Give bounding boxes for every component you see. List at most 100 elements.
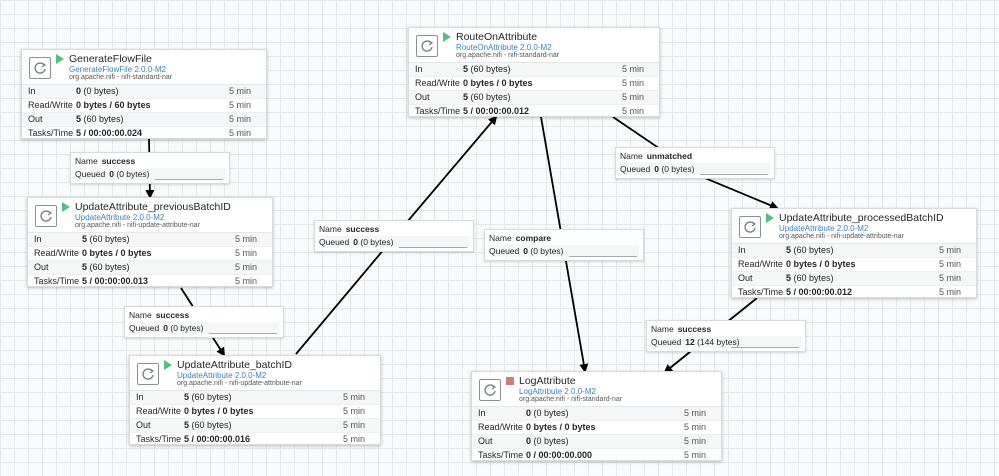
stat-label: In	[478, 408, 486, 418]
stat-value: 5 (60 bytes)	[184, 420, 232, 430]
stat-time: 5 min	[228, 86, 251, 96]
stat-time: 5 min	[683, 422, 706, 432]
stat-time: 5 min	[234, 276, 257, 286]
connection-label-gen-prev[interactable]: Name success Queued 0 (0 bytes)	[70, 152, 230, 184]
stat-time: 5 min	[621, 92, 644, 102]
connection-label-processed-log[interactable]: Name success Queued 12 (144 bytes)	[646, 320, 806, 352]
processor-bundle: org.apache.nifi - nifi-update-attribute-…	[177, 380, 302, 387]
connection-label-route-log[interactable]: Name compare Queued 0 (0 bytes)	[484, 229, 644, 261]
stat-value: 0 bytes / 0 bytes	[526, 422, 596, 432]
queued-count: 0	[163, 323, 168, 333]
stat-time: 5 min	[228, 114, 251, 124]
processor-icon	[137, 363, 159, 385]
stat-value: 0 (0 bytes)	[526, 408, 569, 418]
stat-label: Out	[28, 114, 43, 124]
stat-value: 0 bytes / 0 bytes	[82, 248, 152, 258]
stat-value: 0 (0 bytes)	[76, 86, 119, 96]
processor-version[interactable]: RouteOnAttribute 2.0.0-M2	[456, 43, 552, 52]
processor-version[interactable]: UpdateAttribute 2.0.0-M2	[779, 224, 868, 233]
stat-row-out: Out 5 (60 bytes) 5 min	[732, 272, 976, 286]
queued-count: 0	[353, 237, 358, 247]
stat-time: 5 min	[234, 262, 257, 272]
connection-name-row: Name success	[319, 224, 380, 234]
connection-label-route-processed[interactable]: Name unmatched Queued 0 (0 bytes)	[615, 147, 775, 179]
stat-label: In	[28, 86, 36, 96]
stat-value: 0 (0 bytes)	[526, 436, 569, 446]
processor-version[interactable]: LogAttribute 2.0.0-M2	[519, 387, 596, 396]
stat-row-readwrite: Read/Write 0 bytes / 0 bytes 5 min	[732, 258, 976, 272]
stat-time: 5 min	[683, 436, 706, 446]
stat-value: 5 / 00:00:00.024	[76, 128, 143, 138]
stat-label: Tasks/Time	[28, 128, 74, 138]
processor-version[interactable]: UpdateAttribute 2.0.0-M2	[177, 371, 266, 380]
stat-row-in: In 5 (60 bytes) 5 min	[28, 233, 272, 247]
stat-row-out: Out 0 (0 bytes) 5 min	[472, 435, 721, 449]
stat-row-in: In 0 (0 bytes) 5 min	[22, 85, 266, 99]
queued-bytes: (0 bytes)	[530, 246, 564, 256]
processor-header: RouteOnAttribute RouteOnAttribute 2.0.0-…	[409, 28, 659, 63]
processor-icon	[35, 205, 57, 227]
processor-header: LogAttribute LogAttribute 2.0.0-M2 org.a…	[472, 372, 721, 407]
stat-time: 5 min	[228, 100, 251, 110]
processor-updateattribute-previousbatchid[interactable]: UpdateAttribute_previousBatchID UpdateAt…	[27, 197, 273, 287]
stat-label: Read/Write	[136, 406, 181, 416]
stat-row-tasks: Tasks/Time 5 / 00:00:00.013 5 min	[28, 275, 272, 288]
stat-label: Out	[136, 420, 151, 430]
run-status-icon	[164, 360, 172, 370]
connection-name: success	[155, 310, 190, 320]
processor-icon	[739, 216, 761, 238]
processor-bundle: org.apache.nifi - nifi-update-attribute-…	[75, 222, 200, 229]
stat-row-readwrite: Read/Write 0 bytes / 0 bytes 5 min	[472, 421, 721, 435]
processor-logattribute[interactable]: LogAttribute LogAttribute 2.0.0-M2 org.a…	[471, 371, 722, 461]
stat-value: 0 bytes / 0 bytes	[463, 78, 533, 88]
flow-canvas[interactable]: GenerateFlowFile GenerateFlowFile 2.0.0-…	[0, 0, 999, 476]
stat-value: 5 / 00:00:00.016	[184, 434, 251, 444]
processor-updateattribute-processedbatchid[interactable]: UpdateAttribute_processedBatchID UpdateA…	[731, 208, 977, 298]
stat-time: 5 min	[228, 128, 251, 138]
queued-count: 0	[523, 246, 528, 256]
connection-name: unmatched	[646, 151, 693, 161]
stop-status-icon	[506, 377, 514, 385]
processor-version[interactable]: UpdateAttribute 2.0.0-M2	[75, 213, 164, 222]
processor-bundle: org.apache.nifi - nifi-update-attribute-…	[779, 233, 904, 240]
stat-label: Read/Write	[738, 259, 783, 269]
stat-value: 5 (60 bytes)	[463, 64, 511, 74]
processor-header: UpdateAttribute_processedBatchID UpdateA…	[732, 209, 976, 244]
connection-label-batch-route[interactable]: Name success Queued 0 (0 bytes)	[314, 220, 474, 252]
stat-row-readwrite: Read/Write 0 bytes / 0 bytes 5 min	[28, 247, 272, 261]
queue-progress-bar	[155, 179, 223, 180]
queue-progress-bar	[731, 347, 799, 348]
stat-label: Out	[478, 436, 493, 446]
connection-label-prev-batch[interactable]: Name success Queued 0 (0 bytes)	[124, 306, 284, 338]
run-status-icon	[443, 32, 451, 42]
processor-generateflowfile[interactable]: GenerateFlowFile GenerateFlowFile 2.0.0-…	[21, 49, 267, 139]
stat-time: 5 min	[621, 64, 644, 74]
stat-row-readwrite: Read/Write 0 bytes / 60 bytes 5 min	[22, 99, 266, 113]
stat-row-out: Out 5 (60 bytes) 5 min	[409, 91, 659, 105]
processor-icon	[479, 379, 501, 401]
processor-icon	[29, 57, 51, 79]
processor-bundle: org.apache.nifi - nifi-standard-nar	[456, 52, 560, 59]
processor-header: GenerateFlowFile GenerateFlowFile 2.0.0-…	[22, 50, 266, 85]
stat-value: 0 bytes / 0 bytes	[184, 406, 254, 416]
stat-time: 5 min	[621, 78, 644, 88]
processor-name: LogAttribute	[519, 375, 576, 387]
processor-version[interactable]: GenerateFlowFile 2.0.0-M2	[69, 65, 166, 74]
queued-bytes: (0 bytes)	[360, 237, 394, 247]
stat-time: 5 min	[683, 450, 706, 460]
stat-value: 5 (60 bytes)	[76, 114, 124, 124]
stat-time: 5 min	[342, 392, 365, 402]
stat-label: In	[738, 245, 746, 255]
stat-row-in: In 5 (60 bytes) 5 min	[409, 63, 659, 77]
processor-name: RouteOnAttribute	[456, 31, 538, 43]
stat-time: 5 min	[938, 259, 961, 269]
processor-updateattribute-batchid[interactable]: UpdateAttribute_batchID UpdateAttribute …	[129, 355, 381, 445]
stat-value: 5 (60 bytes)	[463, 92, 511, 102]
stat-value: 5 (60 bytes)	[82, 234, 130, 244]
stat-label: Out	[415, 92, 430, 102]
processor-bundle: org.apache.nifi - nifi-standard-nar	[519, 396, 623, 403]
stat-label: Read/Write	[415, 78, 460, 88]
queued-bytes: (0 bytes)	[116, 169, 150, 179]
stat-value: 5 (60 bytes)	[184, 392, 232, 402]
processor-routeonattribute[interactable]: RouteOnAttribute RouteOnAttribute 2.0.0-…	[408, 27, 660, 117]
